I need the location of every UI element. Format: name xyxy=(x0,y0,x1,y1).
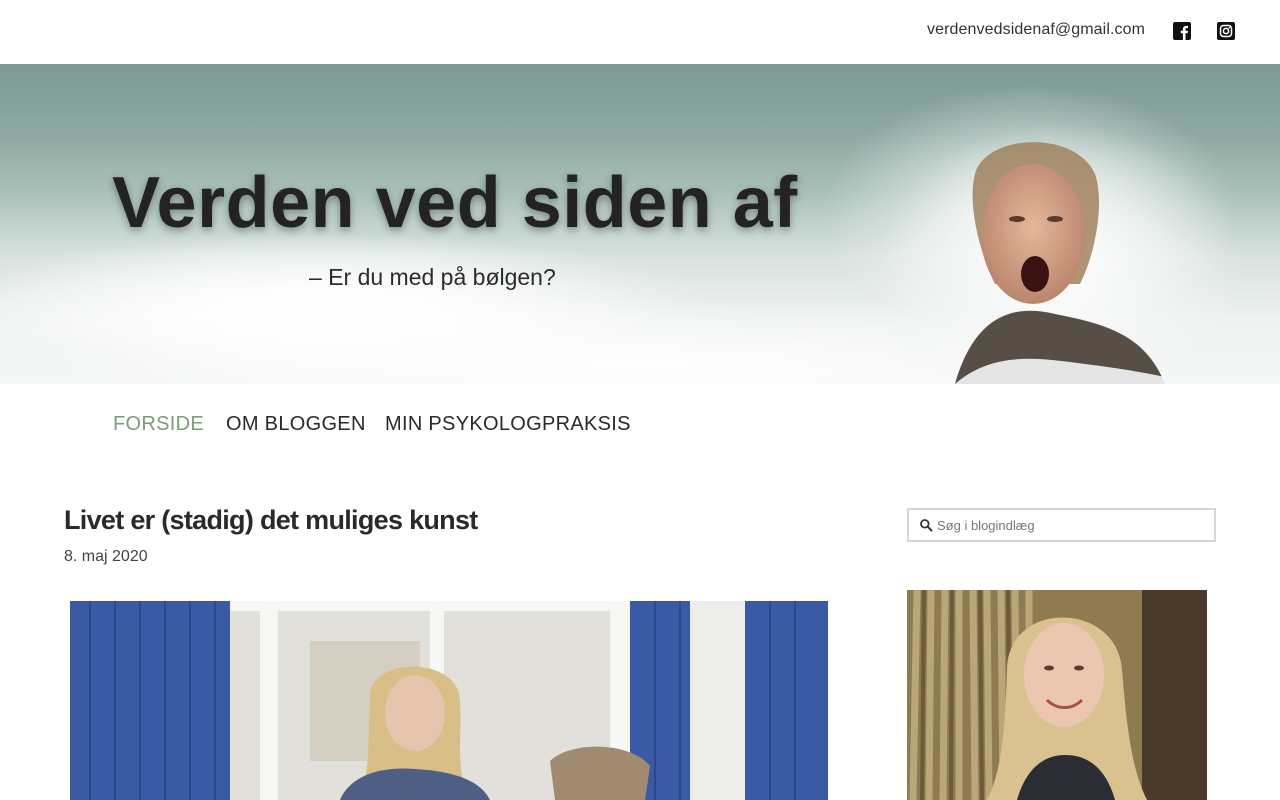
search-icon[interactable] xyxy=(919,518,933,532)
search-box xyxy=(907,508,1216,542)
facebook-icon[interactable] xyxy=(1173,22,1191,40)
nav-item-om-bloggen[interactable]: OM BLOGGEN xyxy=(226,413,366,436)
post-featured-image[interactable] xyxy=(70,601,828,800)
wave-foam xyxy=(0,234,720,374)
top-bar: verdenvedsidenaf@gmail.com xyxy=(0,0,1280,64)
swimmer-image xyxy=(955,142,1195,384)
site-title[interactable]: Verden ved siden af xyxy=(112,162,798,244)
nav-item-min-psykologpraksis[interactable]: MIN PSYKOLOGPRAKSIS xyxy=(385,413,631,436)
search-input[interactable] xyxy=(937,514,1207,536)
nav-item-forside[interactable]: FORSIDE xyxy=(113,413,204,436)
email-link[interactable]: verdenvedsidenaf@gmail.com xyxy=(927,21,1145,39)
site-tagline: – Er du med på bølgen? xyxy=(309,264,556,290)
instagram-icon[interactable] xyxy=(1217,22,1235,40)
hero-banner: Verden ved siden af – Er du med på bølge… xyxy=(0,64,1280,384)
post-date: 8. maj 2020 xyxy=(64,548,148,565)
post-title[interactable]: Livet er (stadig) det muliges kunst xyxy=(64,505,478,536)
author-profile-image[interactable] xyxy=(907,590,1207,800)
main-navigation: FORSIDE OM BLOGGEN MIN PSYKOLOGPRAKSIS xyxy=(0,384,1280,464)
